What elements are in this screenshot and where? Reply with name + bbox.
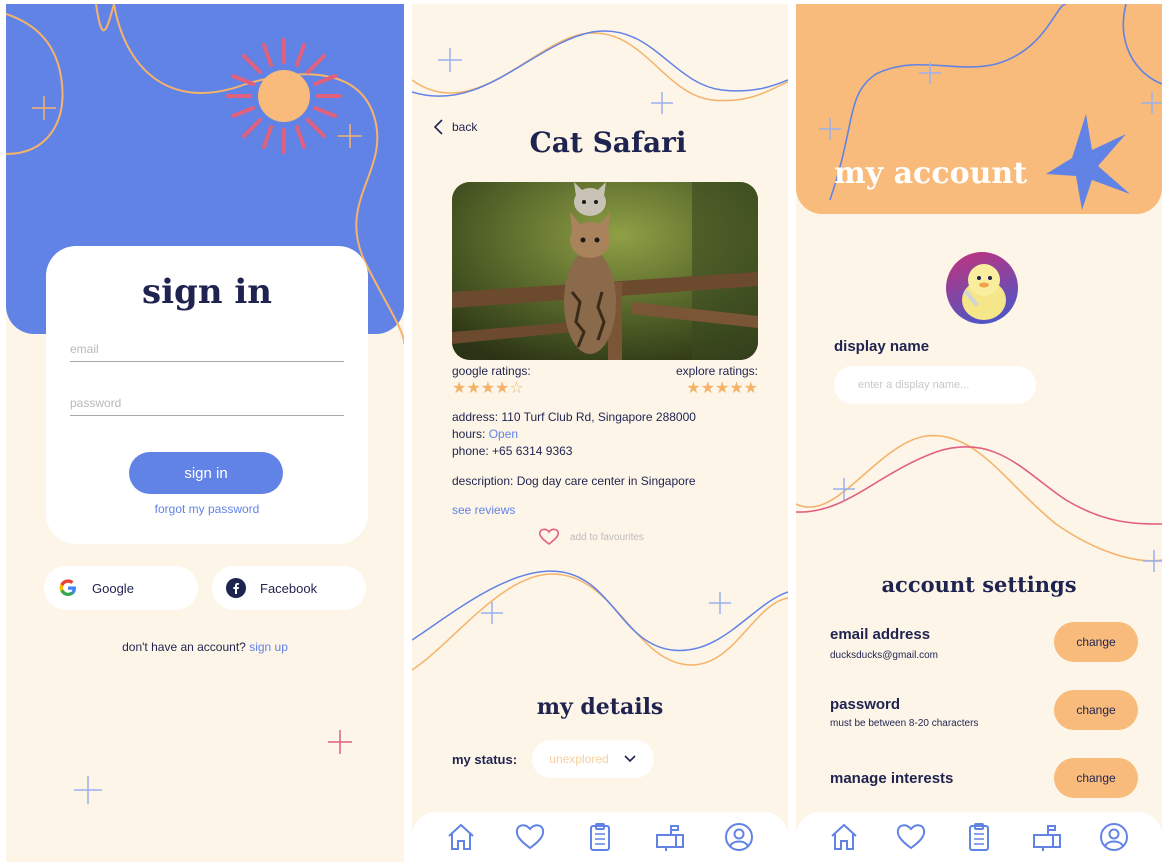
place-photo [452,182,758,360]
home-icon[interactable] [445,821,477,853]
signup-prompt: don't have an account? sign up [6,640,404,654]
email-field[interactable] [70,336,344,362]
signup-link[interactable]: sign up [249,640,288,654]
page-title: Cat Safari [529,126,687,159]
star-filled-icon: ★ [743,380,758,397]
star-filled-icon: ★ [495,380,510,397]
facebook-icon [226,578,246,598]
manage-interests-button[interactable]: change [1054,758,1138,798]
home-icon[interactable] [828,821,860,853]
account-screen: my account display name account settings… [796,4,1162,862]
google-icon [59,579,76,596]
google-ratings-label: google ratings: [452,364,531,378]
google-signin-button[interactable]: Google [44,566,198,610]
status-select[interactable]: unexplored [532,740,654,778]
phone-label: phone: [452,444,489,458]
description-line: description: Dog day care center in Sing… [452,474,696,488]
signin-button[interactable]: sign in [129,452,283,494]
star-filled-icon: ★ [714,380,730,397]
signin-card: sign in sign in forgot my password [46,246,368,544]
facebook-signin-button[interactable]: Facebook [212,566,366,610]
place-screen: back Cat Safari google ratings: ★★★★☆ ex… [412,4,788,862]
password-setting-title: password [830,696,901,713]
description-value: Dog day care center in Singapore [516,474,696,488]
profile-icon[interactable] [1098,821,1130,853]
mailbox-icon[interactable] [654,821,686,853]
hours-label: hours: [452,427,486,441]
email-setting-value: ducksducks@gmail.com [830,650,938,661]
duck-avatar-image [962,264,1006,320]
change-email-button[interactable]: change [1054,622,1138,662]
address-line: address: 110 Turf Club Rd, Singapore 288… [452,410,696,424]
star-empty-icon: ☆ [509,380,524,397]
display-name-label: display name [834,338,930,355]
explore-rating-stars: ★★★★★ [686,378,758,398]
details-heading: my details [536,694,664,720]
phone-value: +65 6314 9363 [492,444,573,458]
google-label: Google [92,580,134,596]
star-filled-icon: ★ [480,380,496,397]
clipboard-icon[interactable] [584,821,616,853]
signin-screen: sign in sign in forgot my password Googl… [6,4,404,862]
interests-setting-title: manage interests [830,770,954,787]
bottom-navbar [796,812,1162,862]
heart-icon [538,528,560,546]
description-label: description: [452,474,514,488]
heart-icon[interactable] [514,821,546,853]
cat-photo-image [452,182,758,360]
star-filled-icon: ★ [700,380,715,397]
clipboard-icon[interactable] [963,821,995,853]
forgot-password-link[interactable]: forgot my password [46,502,368,516]
password-setting-hint: must be between 8-20 characters [830,718,979,729]
no-account-text: don't have an account? [122,640,246,654]
hours-line: hours: Open [452,427,518,441]
email-setting-title: email address [830,626,931,643]
add-to-favourites-button[interactable]: add to favourites [538,528,644,546]
avatar[interactable] [946,252,1018,324]
mailbox-icon[interactable] [1031,821,1063,853]
status-label: my status: [452,752,518,767]
chevron-left-icon [433,119,443,135]
change-password-button[interactable]: change [1054,690,1138,730]
status-value: unexplored [549,752,609,766]
add-favourites-label: add to favourites [570,531,644,543]
profile-icon[interactable] [723,821,755,853]
facebook-label: Facebook [260,580,318,596]
star-filled-icon: ★ [452,380,467,397]
star-filled-icon: ★ [729,380,744,397]
page-title: my account [834,156,1028,191]
phone-line: phone: +65 6314 9363 [452,444,572,458]
page-title: sign in [141,272,273,312]
explore-ratings-label: explore ratings: [675,364,758,378]
hours-value: Open [488,427,519,441]
bottom-navbar [412,812,788,862]
google-rating-stars: ★★★★☆ [452,378,524,398]
address-label: address: [452,410,499,424]
password-field[interactable] [70,390,344,416]
display-name-input[interactable] [834,366,1036,404]
see-reviews-link[interactable]: see reviews [452,503,515,517]
back-label: back [452,120,478,134]
chevron-down-icon [624,755,636,763]
address-value: 110 Turf Club Rd, Singapore 288000 [501,410,696,424]
heart-icon[interactable] [895,821,927,853]
star-filled-icon: ★ [686,380,701,397]
settings-heading: account settings [881,572,1077,597]
star-filled-icon: ★ [466,380,481,397]
back-button[interactable]: back [432,118,477,136]
